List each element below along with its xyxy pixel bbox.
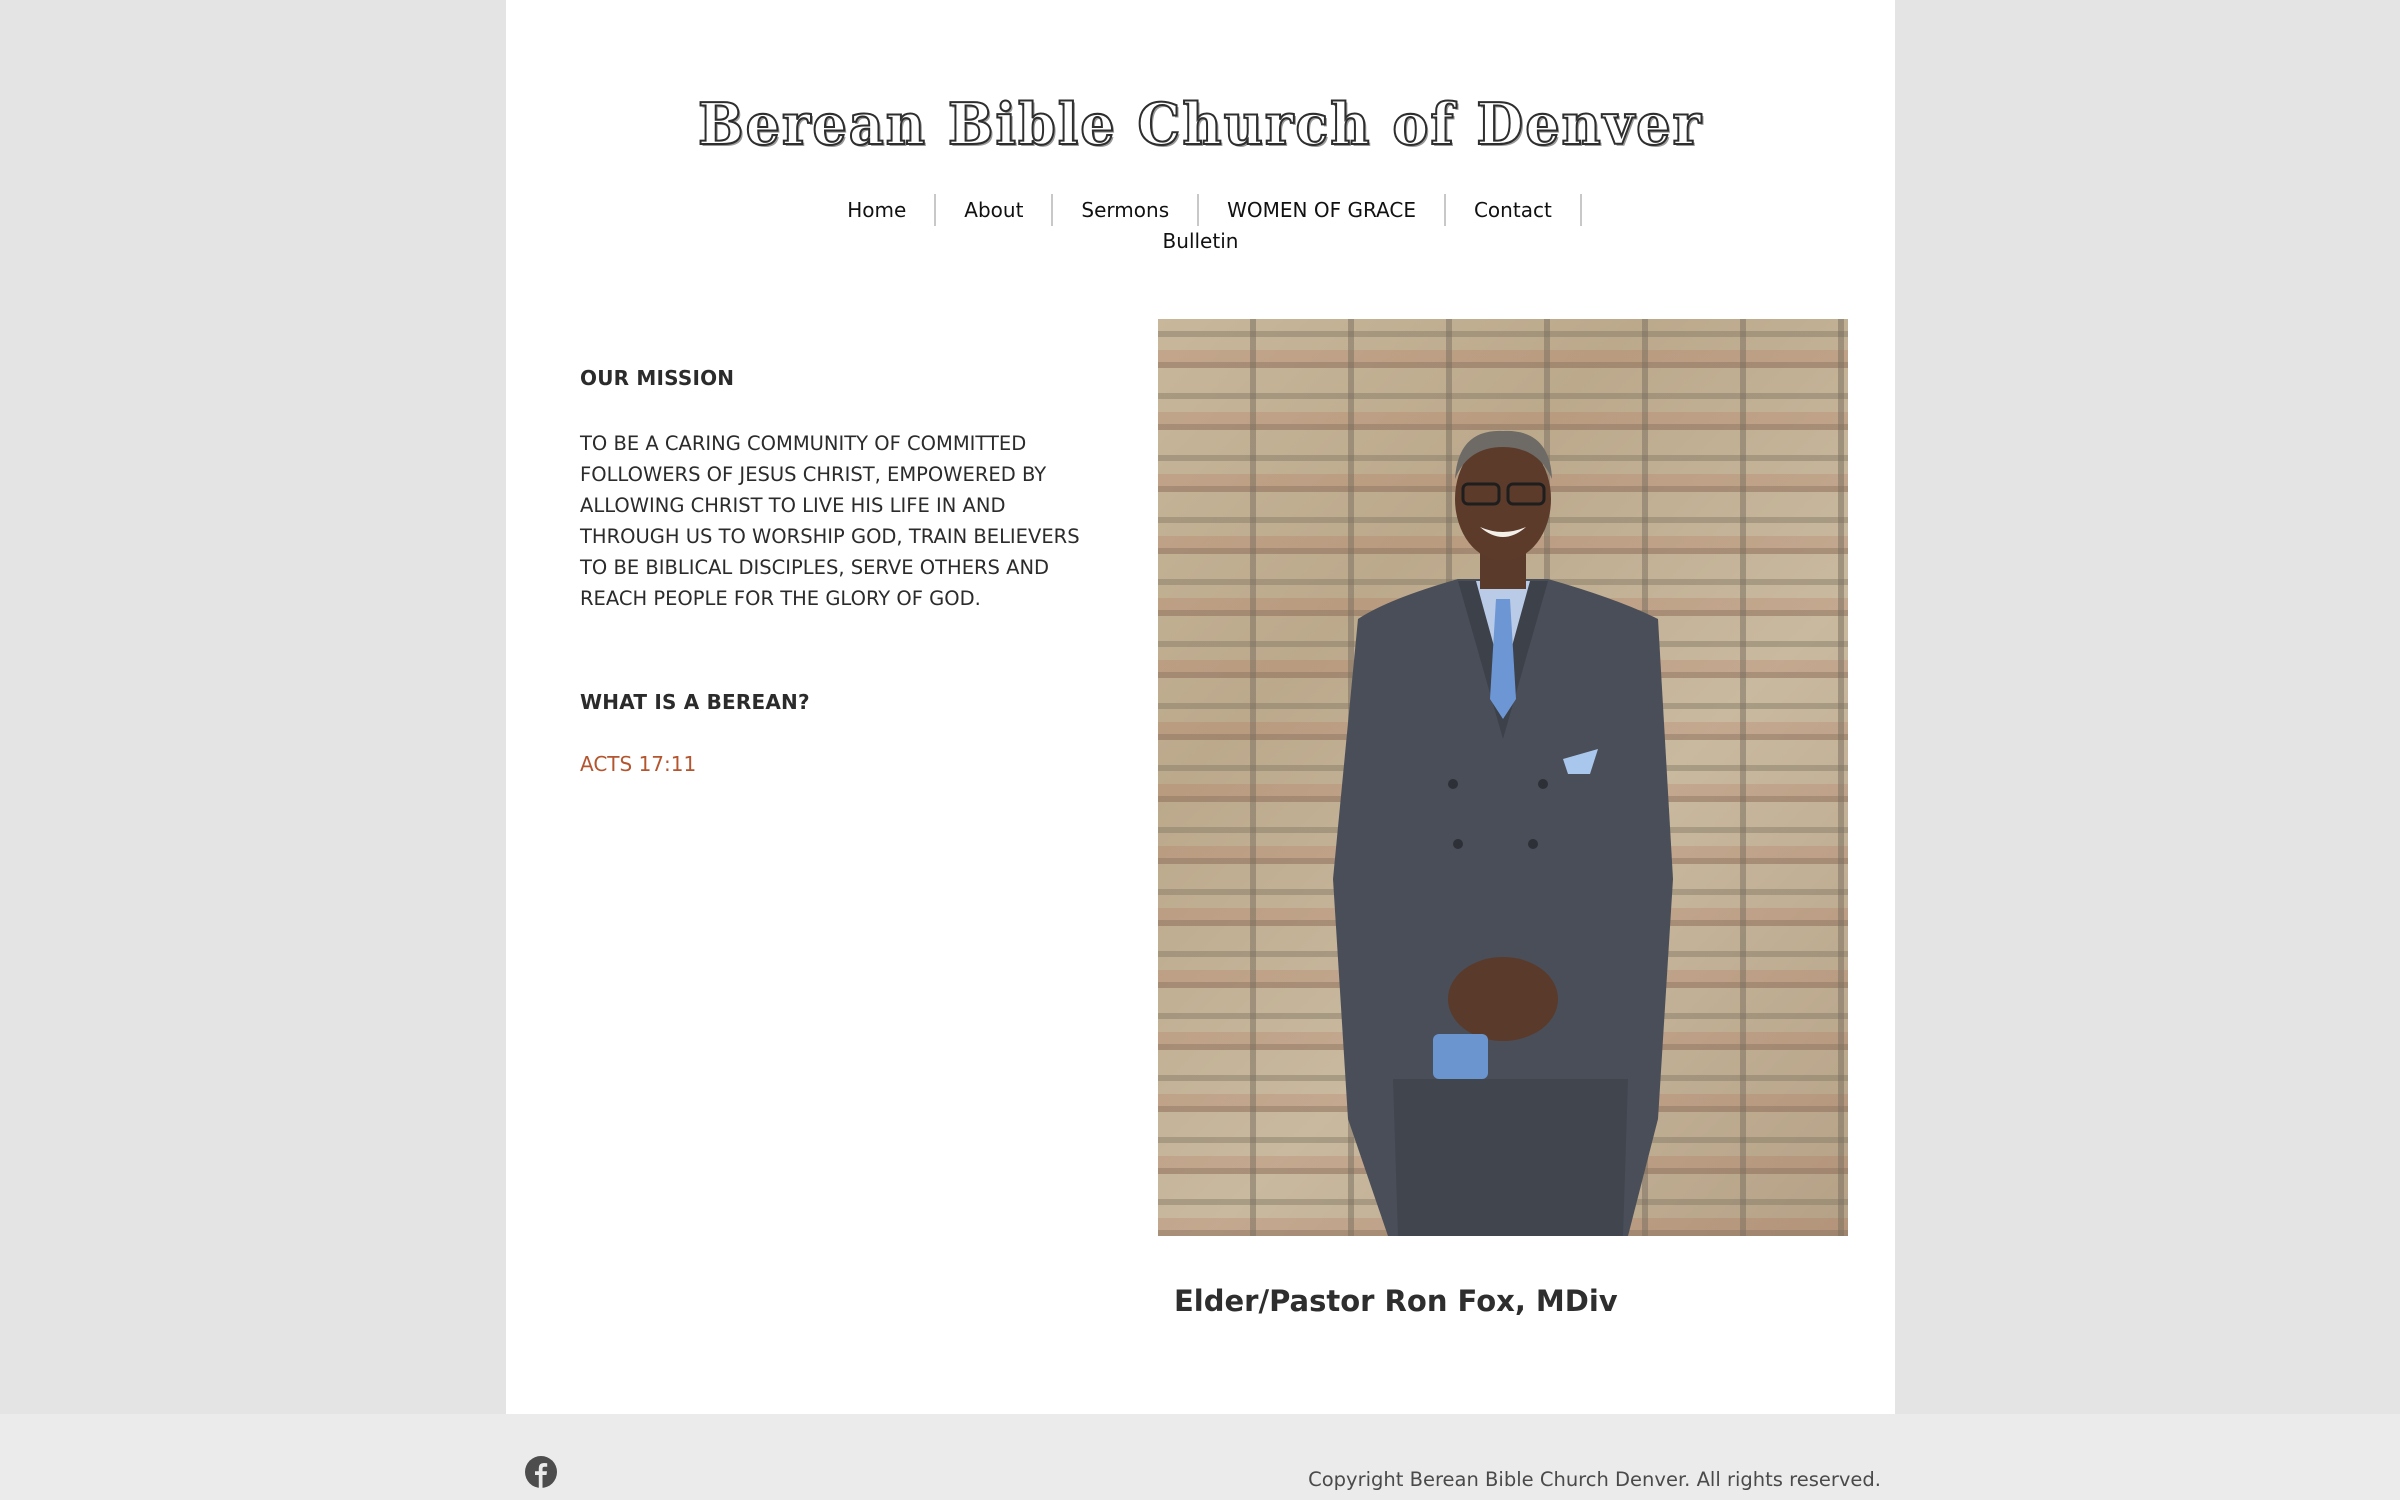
facebook-icon[interactable] (525, 1456, 557, 1488)
page-container: Berean Bible Church of Denver Home About… (506, 0, 1895, 1414)
copyright-text: Copyright Berean Bible Church Denver. Al… (1308, 1468, 1881, 1491)
mission-heading: OUR MISSION (580, 366, 735, 390)
pastor-figure (1333, 430, 1673, 1236)
mission-section: OUR MISSION TO BE A CARING COMMUNITY OF … (580, 366, 1080, 776)
site-footer (0, 1414, 2400, 1500)
berean-heading: WHAT IS A BEREAN? (580, 690, 810, 714)
nav-item-about[interactable]: About (936, 198, 1051, 222)
nav-separator (1579, 194, 1582, 226)
nav-item-home[interactable]: Home (819, 198, 934, 222)
pastor-photo (1158, 319, 1848, 1236)
photo-caption: Elder/Pastor Ron Fox, MDiv (1174, 1284, 1618, 1318)
nav-item-contact[interactable]: Contact (1446, 198, 1580, 222)
acts-17-11-link[interactable]: ACTS 17:11 (580, 752, 696, 776)
main-nav: Home About Sermons WOMEN OF GRACE Contac… (506, 194, 1895, 256)
nav-item-sermons[interactable]: Sermons (1053, 198, 1197, 222)
nav-item-women-of-grace[interactable]: WOMEN OF GRACE (1199, 198, 1444, 222)
nav-item-bulletin[interactable]: Bulletin (1135, 229, 1267, 253)
site-title-logo[interactable]: Berean Bible Church of Denver (506, 89, 1895, 158)
mission-text: TO BE A CARING COMMUNITY OF COMMITTED FO… (580, 432, 1080, 610)
